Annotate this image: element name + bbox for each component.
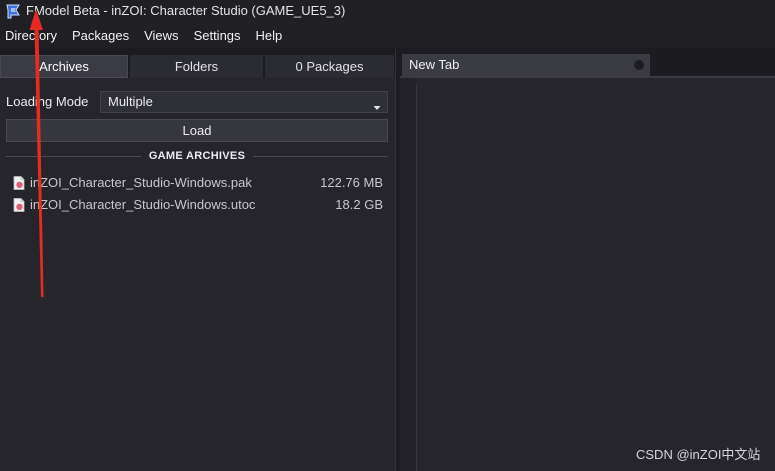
menu-settings[interactable]: Settings bbox=[194, 24, 241, 48]
menu-help[interactable]: Help bbox=[256, 24, 283, 48]
menu-bar: Directory Packages Views Settings Help bbox=[0, 24, 775, 48]
fmodel-app-icon bbox=[5, 3, 21, 19]
section-title: GAME ARCHIVES bbox=[148, 150, 246, 162]
tab-packages[interactable]: 0 Packages bbox=[265, 55, 394, 78]
load-button[interactable]: Load bbox=[6, 119, 388, 142]
archives-panel: Archives Folders 0 Packages Loading Mode… bbox=[0, 48, 395, 471]
watermark: CSDN @inZOI中文站 bbox=[636, 447, 761, 462]
editor-gutter bbox=[400, 78, 416, 471]
menu-views[interactable]: Views bbox=[144, 24, 178, 48]
editor-gutter-line bbox=[416, 85, 417, 471]
tab-content-area[interactable] bbox=[400, 78, 775, 471]
separator-line-left bbox=[6, 155, 141, 157]
separator-line-right bbox=[253, 155, 389, 157]
tab-folders[interactable]: Folders bbox=[130, 55, 263, 78]
loading-mode-dropdown[interactable]: Multiple bbox=[100, 91, 388, 113]
archive-file-icon bbox=[13, 176, 25, 190]
menu-directory[interactable]: Directory bbox=[5, 24, 57, 48]
close-circle-icon[interactable] bbox=[634, 60, 644, 70]
tab-label: New Tab bbox=[409, 57, 460, 72]
archive-size: 18.2 GB bbox=[335, 197, 383, 212]
document-panel: New Tab bbox=[400, 48, 775, 471]
archives-tab-content: Loading Mode Multiple Load GAME ARCHIVES… bbox=[0, 78, 395, 471]
archive-name: inZOI_Character_Studio-Windows.utoc bbox=[30, 197, 256, 212]
window-title: FModel Beta - inZOI: Character Studio (G… bbox=[26, 3, 346, 18]
archive-size: 122.76 MB bbox=[320, 175, 383, 190]
tab-archives[interactable]: Archives bbox=[0, 55, 128, 78]
archive-list-item[interactable]: inZOI_Character_Studio-Windows.utoc 18.2… bbox=[6, 195, 388, 215]
chevron-down-icon bbox=[373, 99, 381, 110]
archive-list-item[interactable]: inZOI_Character_Studio-Windows.pak 122.7… bbox=[6, 173, 388, 193]
loading-mode-value: Multiple bbox=[108, 94, 153, 109]
archive-file-icon bbox=[13, 198, 25, 212]
menu-packages[interactable]: Packages bbox=[72, 24, 129, 48]
title-bar: FModel Beta - inZOI: Character Studio (G… bbox=[0, 0, 775, 24]
game-archives-separator: GAME ARCHIVES bbox=[6, 149, 389, 163]
archive-name: inZOI_Character_Studio-Windows.pak bbox=[30, 175, 252, 190]
loading-mode-label: Loading Mode bbox=[6, 94, 89, 109]
tab-new-tab[interactable]: New Tab bbox=[402, 54, 650, 76]
